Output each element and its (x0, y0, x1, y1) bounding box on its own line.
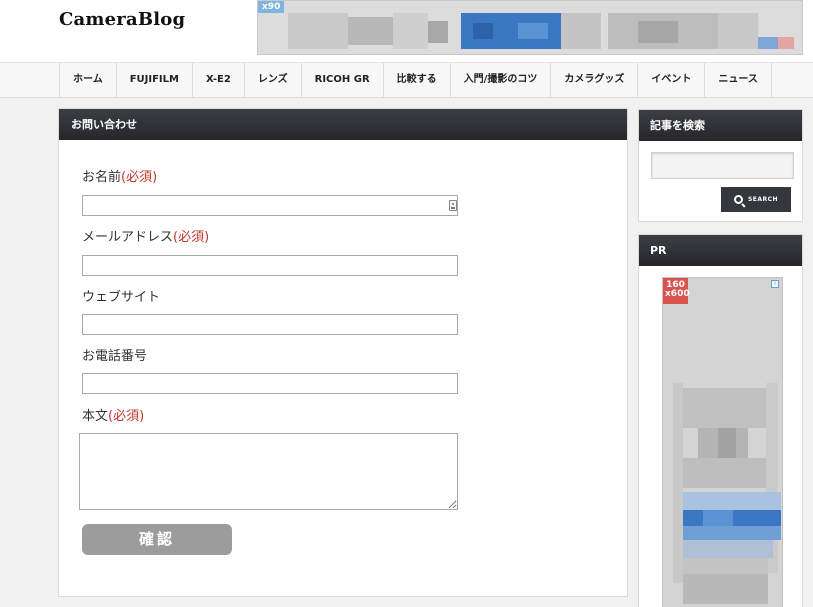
required-mark: (必須) (108, 409, 145, 424)
pr-widget: PR 160 x600 i (638, 234, 803, 607)
ad-pixel-block (348, 17, 393, 45)
ad-pixel-block (718, 13, 758, 49)
email-label: メールアドレス(必須) (82, 226, 209, 245)
ad-pixel-block (703, 510, 733, 526)
search-widget: 記事を検索 SEARCH (638, 109, 803, 222)
nav-item-camera-goods[interactable]: カメラグッズ (551, 63, 639, 97)
site-title[interactable]: CameraBlog (59, 9, 185, 30)
magnifier-icon (733, 195, 743, 204)
ad-pixel-block (683, 540, 773, 558)
nav-item-fujifilm[interactable]: FUJIFILM (117, 63, 193, 97)
ad-pixel-block (473, 23, 493, 39)
phone-field[interactable] (82, 373, 458, 394)
website-field[interactable] (82, 314, 458, 335)
main-nav: ホーム FUJIFILM X-E2 レンズ RICOH GR 比較する 入門/撮… (0, 62, 813, 98)
phone-label-text: お電話番号 (82, 349, 148, 364)
confirm-button[interactable]: 確認 (82, 524, 232, 555)
search-button[interactable]: SEARCH (721, 187, 791, 212)
nav-item-events[interactable]: イベント (638, 63, 706, 97)
name-field[interactable] (82, 195, 458, 216)
ad-pixel-block (638, 21, 678, 43)
ad-pixel-block (683, 492, 781, 510)
search-input[interactable] (651, 152, 794, 179)
pr-heading: PR (639, 235, 802, 266)
ad-size-tag: 160 x600 (663, 278, 690, 304)
ad-pixel-block (683, 558, 768, 574)
search-heading: 記事を検索 (639, 110, 802, 141)
contact-heading: お問い合わせ (59, 109, 627, 140)
nav-item-ricoh-gr[interactable]: RICOH GR (302, 63, 384, 97)
ad-pixel-block (683, 388, 766, 428)
ad-pixel-block (778, 37, 794, 49)
ad-pixel-block (758, 37, 778, 49)
ad-pixel-block (518, 23, 548, 39)
nav-item-news[interactable]: ニュース (705, 63, 772, 97)
nav-item-compare[interactable]: 比較する (384, 63, 451, 97)
nav-item-lens[interactable]: レンズ (245, 63, 302, 97)
site-header: CameraBlog x90 (0, 0, 813, 62)
nav-item-x-e2[interactable]: X-E2 (193, 63, 245, 97)
sidebar-ad-banner[interactable]: 160 x600 i (662, 277, 783, 607)
search-button-label: SEARCH (747, 196, 779, 203)
ad-pixel-block (393, 13, 428, 49)
ad-pixel-block (673, 383, 683, 583)
body-textarea[interactable] (79, 433, 458, 510)
required-mark: (必須) (173, 230, 210, 245)
nav-item-home[interactable]: ホーム (60, 63, 117, 97)
nav-item-beginner-tips[interactable]: 入門/撮影のコツ (451, 63, 552, 97)
ad-pixel-block (561, 13, 601, 49)
ad-pixel-block (683, 458, 766, 488)
contact-card-icon[interactable] (449, 200, 457, 211)
ad-size-line2: x600 (665, 289, 690, 299)
ad-pixel-block (288, 13, 348, 49)
phone-label: お電話番号 (82, 345, 147, 364)
header-ad-banner[interactable]: x90 (257, 0, 803, 55)
email-label-text: メールアドレス (82, 230, 174, 245)
website-label-text: ウェブサイト (82, 290, 161, 305)
ad-pixel-block (683, 574, 768, 604)
required-mark: (必須) (121, 170, 158, 185)
body-label: 本文(必須) (82, 405, 144, 424)
contact-panel: お問い合わせ お名前(必須) メールアドレス(必須) ウェブサイト お電話番号 … (58, 108, 628, 597)
ad-pixel-block (428, 21, 448, 43)
nav-menu: ホーム FUJIFILM X-E2 レンズ RICOH GR 比較する 入門/撮… (59, 63, 772, 97)
name-label-text: お名前 (82, 170, 122, 185)
ad-size-tag: x90 (258, 1, 285, 13)
ad-pixel-block (683, 526, 781, 540)
name-label: お名前(必須) (82, 166, 157, 185)
info-icon[interactable]: i (771, 280, 779, 288)
email-field[interactable] (82, 255, 458, 276)
website-label: ウェブサイト (82, 286, 160, 305)
body-label-text: 本文 (82, 409, 109, 424)
